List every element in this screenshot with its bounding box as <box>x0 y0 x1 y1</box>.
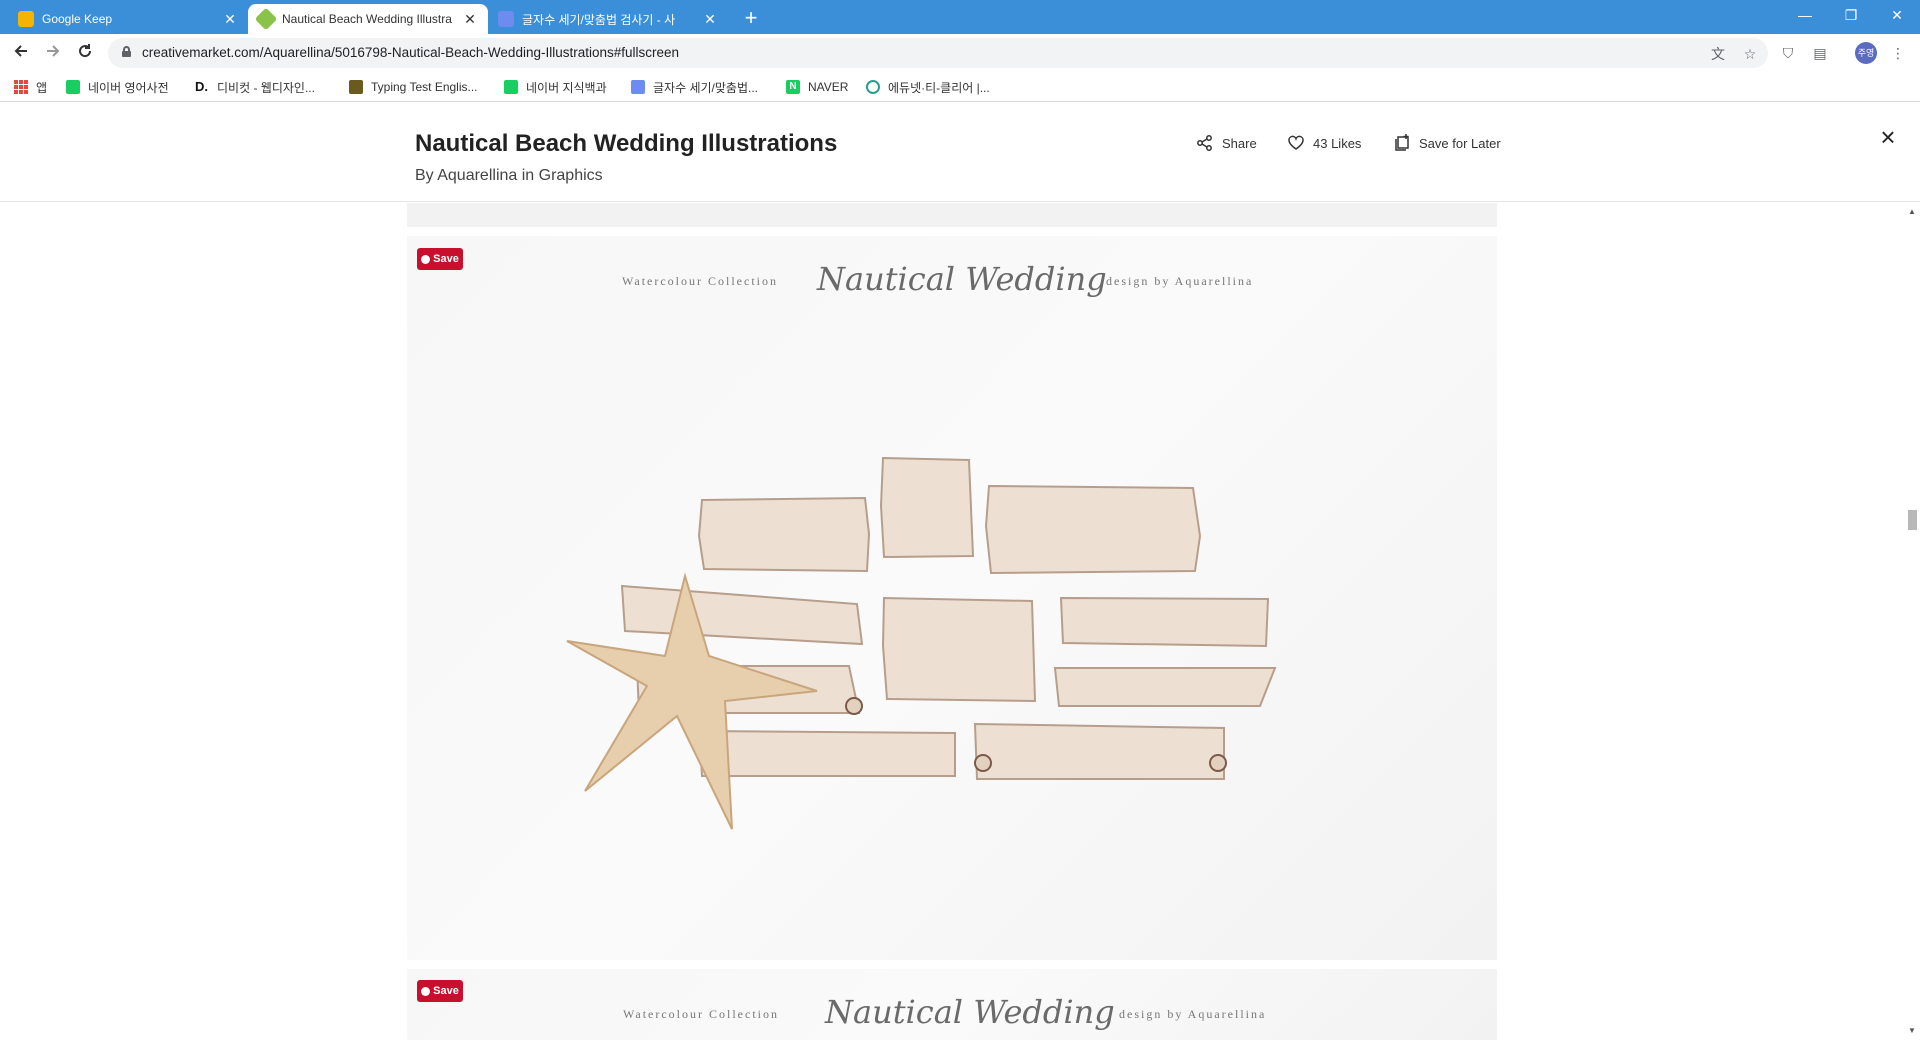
bookmark-apps[interactable]: 앱 <box>14 78 47 96</box>
google-keep-icon <box>18 11 34 27</box>
close-fullscreen-button[interactable]: × <box>1875 124 1901 150</box>
preview-image: Save Watercolour Collection Nautical Wed… <box>407 236 1497 960</box>
bookmark-naver-knowledge[interactable]: 네이버 지식백과 <box>504 78 607 96</box>
bookmark-label: Typing Test Englis... <box>371 80 478 94</box>
next-preview-image: Save Watercolour Collection Nautical Wed… <box>407 969 1497 1040</box>
reload-button[interactable] <box>72 40 98 66</box>
tab-title: Google Keep <box>42 12 113 26</box>
url-text[interactable]: creativemarket.com/Aquarellina/5016798-N… <box>142 45 679 60</box>
likes-count: 43 Likes <box>1313 135 1362 151</box>
tab-title: 글자수 세기/맞춤법 검사기 - 사 <box>522 12 676 27</box>
tab-nautical-wedding[interactable]: Nautical Beach Wedding Illustra ✕ <box>248 4 488 34</box>
back-button[interactable] <box>8 40 34 66</box>
bookmark-label: 네이버 지식백과 <box>526 80 607 95</box>
bookmark-label: 에듀넷·티-클리어 |... <box>888 80 990 95</box>
save-later-icon <box>1395 134 1409 151</box>
browser-tab-bar: Google Keep ✕ Nautical Beach Wedding Ill… <box>0 0 1920 34</box>
naver-knowledge-icon <box>504 80 518 94</box>
restore-button[interactable]: ❐ <box>1828 0 1874 30</box>
bookmark-label: NAVER <box>808 80 849 94</box>
save-for-later-button[interactable]: Save for Later <box>1393 134 1501 152</box>
address-bar[interactable]: creativemarket.com/Aquarellina/5016798-N… <box>108 38 1768 68</box>
author-byline[interactable]: By Aquarellina in Graphics <box>415 167 603 185</box>
bookmark-label: 앱 <box>36 80 48 95</box>
scroll-down-arrow-icon[interactable]: ▼ <box>1907 1026 1917 1036</box>
bookmark-star-icon[interactable]: ☆ <box>1740 44 1760 64</box>
tab-title: Nautical Beach Wedding Illustra <box>282 12 452 26</box>
bookmark-label: 네이버 영어사전 <box>88 80 169 95</box>
share-label: Share <box>1222 135 1257 151</box>
vertical-scrollbar[interactable]: ▲ ▼ <box>1904 203 1920 1040</box>
bookmark-char-count[interactable]: 글자수 세기/맞춤법... <box>631 78 758 96</box>
pinterest-icon <box>421 986 431 996</box>
creative-market-icon <box>254 7 278 31</box>
designer-label: design by Aquarellina <box>1119 1007 1267 1021</box>
bookmark-dbcut[interactable]: D. 디비컷 - 웹디자인... <box>195 78 315 96</box>
browser-toolbar: creativemarket.com/Aquarellina/5016798-N… <box>0 34 1920 72</box>
product-header: Nautical Beach Wedding Illustrations By … <box>0 102 1920 202</box>
tab-google-keep[interactable]: Google Keep ✕ <box>8 4 248 34</box>
bookmark-typing-test[interactable]: Typing Test Englis... <box>349 78 478 96</box>
char-count-icon <box>498 11 514 27</box>
tab-close-icon[interactable]: ✕ <box>462 11 478 28</box>
scroll-up-arrow-icon[interactable]: ▲ <box>1907 207 1917 217</box>
translate-icon[interactable]: 文 <box>1708 44 1728 64</box>
apps-grid-icon <box>14 80 28 94</box>
extension-shield-icon[interactable]: ⛉ <box>1777 42 1799 64</box>
bookmarks-bar: 앱 네이버 영어사전 D. 디비컷 - 웹디자인... Typing Test … <box>0 72 1920 102</box>
menu-kebab-icon[interactable]: ⋮ <box>1887 42 1909 64</box>
close-window-button[interactable]: ✕ <box>1874 0 1920 30</box>
save-later-label: Save for Later <box>1419 135 1501 151</box>
dbcut-icon: D. <box>195 79 209 94</box>
gallery-viewer: Save Watercolour Collection Nautical Wed… <box>0 203 1920 1040</box>
scrollbar-thumb[interactable] <box>1908 510 1917 530</box>
forward-button[interactable] <box>40 40 66 66</box>
reload-icon <box>79 44 92 58</box>
bookmark-label: 디비컷 - 웹디자인... <box>217 80 315 95</box>
tab-close-icon[interactable]: ✕ <box>222 11 238 28</box>
lock-icon <box>122 46 131 57</box>
new-tab-button[interactable]: + <box>737 5 765 31</box>
naver-dict-icon <box>66 80 80 94</box>
bookmark-edunet[interactable]: 에듀넷·티-클리어 |... <box>866 78 990 96</box>
script-title: Nautical Wedding <box>825 993 1115 1031</box>
share-button[interactable]: Share <box>1196 134 1257 152</box>
naver-icon: N <box>786 80 800 94</box>
page-title: Nautical Beach Wedding Illustrations <box>415 130 838 157</box>
back-arrow-icon <box>14 45 27 57</box>
typing-test-icon <box>349 80 363 94</box>
bookmark-naver-dict[interactable]: 네이버 영어사전 <box>66 78 169 96</box>
bookmark-naver[interactable]: N NAVER <box>786 78 848 96</box>
previous-preview-edge <box>407 203 1497 227</box>
share-icon <box>1197 135 1212 151</box>
edunet-icon <box>866 80 880 94</box>
illustration-artwork <box>566 456 1277 830</box>
bookmark-label: 글자수 세기/맞춤법... <box>653 80 758 95</box>
like-button[interactable]: 43 Likes <box>1287 134 1361 152</box>
tab-close-icon[interactable]: ✕ <box>702 11 718 28</box>
pin-save-label: Save <box>433 985 459 997</box>
pinterest-save-button[interactable]: Save <box>417 980 463 1002</box>
heart-icon <box>1288 135 1304 150</box>
extension-reader-icon[interactable]: ▤ <box>1809 42 1831 64</box>
tab-char-count[interactable]: 글자수 세기/맞춤법 검사기 - 사 ✕ <box>488 4 728 34</box>
minimize-button[interactable]: — <box>1782 0 1828 30</box>
profile-avatar[interactable]: 주영 <box>1855 42 1877 64</box>
collection-label: Watercolour Collection <box>623 1007 779 1021</box>
forward-arrow-icon <box>47 45 60 57</box>
char-count-icon <box>631 80 645 94</box>
